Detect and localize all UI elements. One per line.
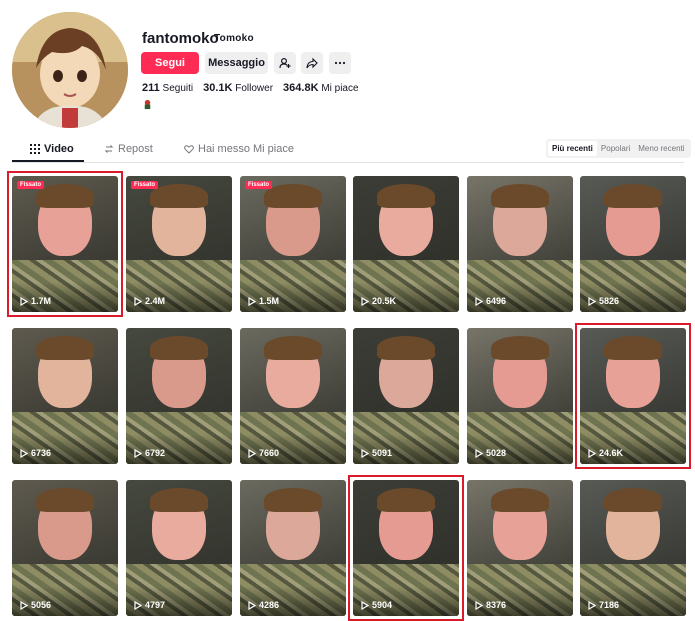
video-tile[interactable]: 7660 — [240, 328, 346, 464]
video-tile[interactable]: 7186 — [580, 480, 686, 616]
more-options-button[interactable] — [329, 52, 351, 74]
play-icon — [20, 448, 28, 458]
video-tile[interactable]: 5826 — [580, 176, 686, 312]
play-icon — [588, 600, 596, 610]
play-icon — [588, 296, 596, 306]
video-tile[interactable]: 6736 — [12, 328, 118, 464]
view-count: 24.6K — [588, 448, 623, 458]
play-icon — [134, 448, 142, 458]
video-tile[interactable]: 4797 — [126, 480, 232, 616]
play-icon — [588, 448, 596, 458]
profile-avatar[interactable] — [12, 12, 128, 128]
tab-liked[interactable]: Hai messo Mi piace — [184, 143, 294, 155]
play-icon — [361, 600, 369, 610]
sort-popular[interactable]: Popolari — [597, 141, 634, 156]
view-count: 4797 — [134, 600, 165, 610]
play-icon — [248, 296, 256, 306]
play-icon — [134, 296, 142, 306]
view-count: 1.5M — [248, 296, 279, 306]
view-count: 7660 — [248, 448, 279, 458]
video-tile[interactable]: Fissato 2.4M — [126, 176, 232, 312]
view-count: 1.7M — [20, 296, 51, 306]
add-friend-button[interactable] — [274, 52, 296, 74]
view-count: 5904 — [361, 600, 392, 610]
video-tile[interactable]: 6792 — [126, 328, 232, 464]
pinned-badge: Fissato — [17, 181, 45, 189]
view-count: 2.4M — [134, 296, 165, 306]
message-button[interactable]: Messaggio — [205, 52, 268, 74]
play-icon — [361, 448, 369, 458]
stat-followers[interactable]: 30.1K Follower — [203, 82, 273, 94]
video-tile[interactable]: 6496 — [467, 176, 573, 312]
video-tile[interactable]: 20.5K — [353, 176, 459, 312]
heart-lock-icon — [184, 145, 194, 154]
video-tile[interactable]: 4286 — [240, 480, 346, 616]
repost-icon — [104, 145, 114, 153]
stat-following[interactable]: 211 Seguiti — [142, 82, 193, 94]
view-count: 5091 — [361, 448, 392, 458]
profile-stats: 211 Seguiti 30.1K Follower 364.8K Mi pia… — [142, 82, 359, 94]
video-tile[interactable]: 5056 — [12, 480, 118, 616]
view-count: 5056 — [20, 600, 51, 610]
active-tab-indicator — [12, 160, 84, 162]
sort-oldest[interactable]: Meno recenti — [634, 141, 688, 156]
video-tile[interactable]: 8376 — [467, 480, 573, 616]
share-icon — [306, 57, 318, 69]
play-icon — [248, 600, 256, 610]
stat-likes: 364.8K Mi piace — [283, 82, 359, 94]
play-icon — [20, 296, 28, 306]
share-button[interactable] — [301, 52, 323, 74]
view-count: 5028 — [475, 448, 506, 458]
play-icon — [475, 600, 483, 610]
play-icon — [134, 600, 142, 610]
tab-repost[interactable]: Repost — [104, 143, 153, 155]
profile-username: fantomoko — [142, 30, 219, 47]
view-count: 6496 — [475, 296, 506, 306]
view-count: 4286 — [248, 600, 279, 610]
pinned-badge: Fissato — [131, 181, 159, 189]
play-icon — [361, 296, 369, 306]
bio-emoji-icon — [144, 99, 151, 110]
pinned-badge: Fissato — [245, 181, 273, 189]
play-icon — [475, 296, 483, 306]
play-icon — [475, 448, 483, 458]
view-count: 5826 — [588, 296, 619, 306]
grid-icon — [30, 144, 40, 154]
profile-nickname: Tomoko — [214, 33, 254, 44]
video-tile[interactable]: 5028 — [467, 328, 573, 464]
add-user-icon — [279, 57, 291, 69]
view-count: 6736 — [20, 448, 51, 458]
video-tile[interactable]: Fissato 1.5M — [240, 176, 346, 312]
view-count: 20.5K — [361, 296, 396, 306]
view-count: 8376 — [475, 600, 506, 610]
video-tile[interactable]: Fissato 1.7M — [12, 176, 118, 312]
video-tile[interactable]: 24.6K — [580, 328, 686, 464]
more-icon — [334, 61, 346, 65]
play-icon — [248, 448, 256, 458]
follow-button[interactable]: Segui — [141, 52, 199, 74]
video-tile[interactable]: 5904 — [353, 480, 459, 616]
play-icon — [20, 600, 28, 610]
video-tile[interactable]: 5091 — [353, 328, 459, 464]
sort-newest[interactable]: Più recenti — [548, 141, 597, 156]
sort-toggle: Più recenti Popolari Meno recenti — [546, 139, 691, 158]
tab-video[interactable]: Video — [30, 143, 74, 155]
view-count: 6792 — [134, 448, 165, 458]
view-count: 7186 — [588, 600, 619, 610]
